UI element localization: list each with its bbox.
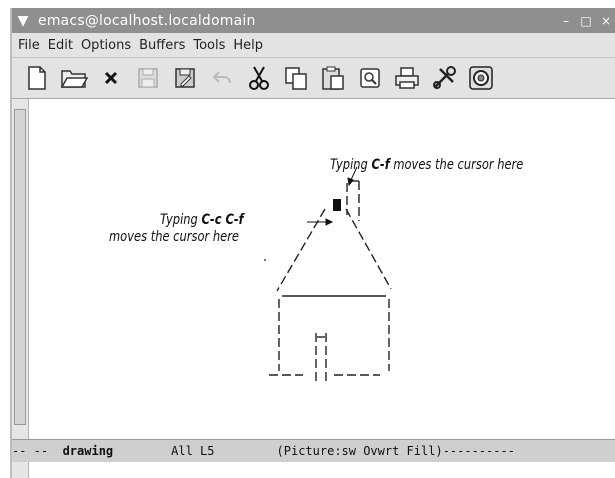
vertical-scrollbar[interactable] xyxy=(12,99,29,439)
paste-icon[interactable] xyxy=(318,63,348,93)
arrow-cf-head xyxy=(347,177,354,187)
menu-bar: File Edit Options Buffers Tools Help xyxy=(12,33,615,57)
minibuffer-scrollbar xyxy=(12,462,29,478)
annotation-ccf-line2: moves the cursor here xyxy=(109,229,239,245)
cut-icon[interactable] xyxy=(244,63,274,93)
editor-pane[interactable]: Typing C-f moves the cursor here Typing … xyxy=(12,99,615,439)
modeline-modes[interactable]: (Picture:sw Ovwrt Fill) xyxy=(277,444,443,458)
modeline-fill: ---------- xyxy=(442,444,515,458)
menu-edit[interactable]: Edit xyxy=(48,38,73,53)
new-file-icon[interactable] xyxy=(22,63,52,93)
search-icon[interactable] xyxy=(355,63,385,93)
mode-line: -- -- drawing All L5 (Picture:sw Ovwrt F… xyxy=(12,439,615,462)
scrollbar-thumb[interactable] xyxy=(14,109,26,425)
menu-buffers[interactable]: Buffers xyxy=(139,38,185,53)
window-menu-icon[interactable]: ▼ xyxy=(12,8,34,33)
modeline-prefix: -- -- xyxy=(12,444,63,458)
close-icon[interactable]: × xyxy=(599,14,613,28)
cursor-block xyxy=(333,199,341,211)
save-as-icon[interactable] xyxy=(170,63,200,93)
emacs-window: ▼ emacs@localhost.localdomain – □ × File… xyxy=(10,8,615,478)
undo-icon[interactable] xyxy=(207,63,237,93)
menu-help[interactable]: Help xyxy=(233,38,263,53)
roof-right-line xyxy=(345,208,392,290)
menu-file[interactable]: File xyxy=(18,38,40,53)
open-folder-icon[interactable] xyxy=(59,63,89,93)
window-title: emacs@localhost.localdomain xyxy=(38,12,256,29)
print-icon[interactable] xyxy=(392,63,422,93)
save-icon[interactable] xyxy=(133,63,163,93)
customize-icon[interactable] xyxy=(429,63,459,93)
title-bar: ▼ emacs@localhost.localdomain – □ × xyxy=(12,8,615,33)
help-icon[interactable] xyxy=(466,63,496,93)
maximize-icon[interactable]: □ xyxy=(579,14,593,28)
annotation-ccf-line1: Typing C-c C-f xyxy=(160,212,244,228)
stray-dot xyxy=(264,259,266,261)
arrow-ccf-head xyxy=(325,218,334,226)
close-x-icon[interactable] xyxy=(96,63,126,93)
roof-left-line xyxy=(276,208,326,292)
annotation-cf: Typing C-f moves the cursor here xyxy=(330,157,524,173)
ascii-house-drawing xyxy=(264,166,392,382)
minibuffer[interactable] xyxy=(12,462,615,478)
copy-icon[interactable] xyxy=(281,63,311,93)
modeline-position: All L5 xyxy=(171,444,215,458)
tool-bar xyxy=(12,57,615,99)
modeline-buffer-name[interactable]: drawing xyxy=(63,444,114,458)
minimize-icon[interactable]: – xyxy=(559,14,573,28)
menu-tools[interactable]: Tools xyxy=(193,38,225,53)
menu-options[interactable]: Options xyxy=(81,38,131,53)
